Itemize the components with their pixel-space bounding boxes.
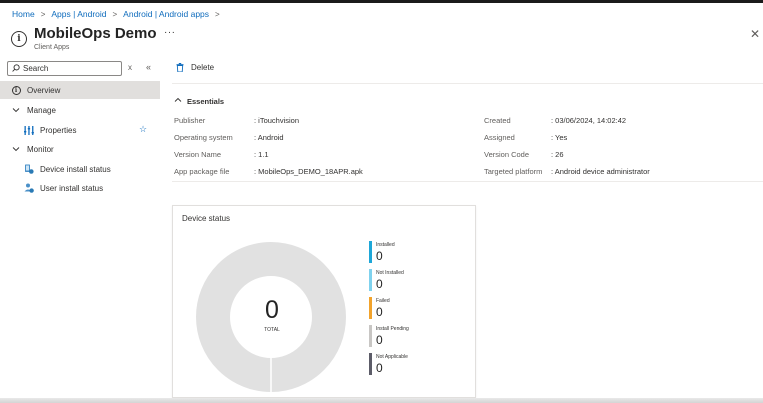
legend-color-bar bbox=[369, 269, 372, 291]
legend-installed: Installed 0 bbox=[369, 241, 459, 263]
bottom-edge bbox=[0, 398, 763, 403]
operating-system-value: : Android bbox=[254, 133, 284, 142]
version-code-label: Version Code bbox=[484, 150, 530, 159]
legend-value: 0 bbox=[376, 277, 383, 291]
version-code-value: : 26 bbox=[551, 150, 564, 159]
sidebar-group-manage[interactable]: Manage bbox=[11, 104, 56, 116]
chevron-up-icon bbox=[174, 96, 182, 106]
star-icon[interactable]: ☆ bbox=[139, 124, 147, 135]
collapse-sidebar-button[interactable]: « bbox=[146, 62, 151, 72]
sidebar-group-label: Manage bbox=[27, 105, 56, 115]
breadcrumb-home[interactable]: Home bbox=[12, 9, 35, 19]
version-name-value: : 1.1 bbox=[254, 150, 269, 159]
legend-color-bar bbox=[369, 353, 372, 375]
legend-value: 0 bbox=[376, 305, 383, 319]
total-count: 0 bbox=[265, 296, 279, 324]
app-package-file-value: : MobileOps_DEMO_18APR.apk bbox=[254, 167, 363, 176]
essentials-heading: Essentials bbox=[187, 96, 225, 106]
legend-failed: Failed 0 bbox=[369, 297, 459, 319]
legend-label: Failed bbox=[376, 298, 390, 304]
legend-value: 0 bbox=[376, 249, 383, 263]
info-icon: i bbox=[11, 31, 27, 47]
assigned-label: Assigned bbox=[484, 133, 515, 142]
sidebar-item-user-install-status[interactable]: User install status bbox=[24, 182, 103, 194]
legend-install-pending: Install Pending 0 bbox=[369, 325, 459, 347]
sidebar-item-properties[interactable]: Properties bbox=[24, 124, 76, 136]
breadcrumb-android-apps[interactable]: Android | Android apps bbox=[123, 9, 209, 19]
search-icon bbox=[12, 63, 20, 74]
search-box bbox=[7, 61, 122, 76]
targeted-platform-value: : Android device administrator bbox=[551, 167, 650, 176]
legend-color-bar bbox=[369, 241, 372, 263]
created-value: : 03/06/2024, 14:02:42 bbox=[551, 116, 627, 125]
publisher-value: : iTouchvision bbox=[254, 116, 300, 125]
total-label: TOTAL bbox=[264, 327, 280, 333]
legend-value: 0 bbox=[376, 361, 383, 375]
legend-color-bar bbox=[369, 297, 372, 319]
legend-color-bar bbox=[369, 325, 372, 347]
legend-value: 0 bbox=[376, 333, 383, 347]
assigned-value: : Yes bbox=[551, 133, 568, 142]
legend-not-installed: Not Installed 0 bbox=[369, 269, 459, 291]
sidebar-item-overview[interactable]: i Overview bbox=[0, 81, 160, 99]
sidebar-item-device-install-status[interactable]: Device install status bbox=[24, 163, 111, 175]
delete-label: Delete bbox=[191, 63, 215, 72]
close-button[interactable]: ✕ bbox=[750, 27, 760, 41]
page-subtitle: Client Apps bbox=[34, 44, 70, 51]
sidebar-group-label: Monitor bbox=[27, 144, 54, 154]
user-status-icon bbox=[24, 183, 34, 193]
chevron-right-icon: > bbox=[112, 9, 118, 19]
page-title: MobileOps Demo bbox=[34, 25, 157, 42]
trash-icon bbox=[176, 63, 184, 73]
app-package-file-label: App package file bbox=[174, 167, 230, 176]
sidebar-item-label: Properties bbox=[40, 125, 77, 135]
properties-icon bbox=[24, 125, 34, 135]
search-input[interactable] bbox=[23, 64, 113, 73]
legend-label: Installed bbox=[376, 242, 395, 248]
device-status-card: Device status 0 TOTAL Installed 0 Not In… bbox=[172, 205, 476, 398]
operating-system-label: Operating system bbox=[174, 133, 233, 142]
version-name-label: Version Name bbox=[174, 150, 222, 159]
sidebar-item-label: User install status bbox=[40, 183, 104, 193]
sidebar-group-monitor[interactable]: Monitor bbox=[11, 143, 54, 155]
chevron-down-icon bbox=[11, 144, 21, 154]
toolbar-divider bbox=[172, 83, 763, 84]
chevron-right-icon: > bbox=[40, 9, 46, 19]
created-label: Created bbox=[484, 116, 511, 125]
delete-button[interactable]: Delete bbox=[176, 63, 215, 73]
breadcrumb-apps-android[interactable]: Apps | Android bbox=[51, 9, 106, 19]
breadcrumb: Home > Apps | Android > Android | Androi… bbox=[12, 9, 226, 19]
essentials-toggle[interactable]: Essentials bbox=[174, 96, 224, 106]
targeted-platform-label: Targeted platform bbox=[484, 167, 543, 176]
essentials-divider bbox=[172, 181, 763, 182]
legend-label: Not Applicable bbox=[376, 354, 408, 360]
device-status-icon bbox=[24, 164, 34, 174]
legend-label: Not Installed bbox=[376, 270, 404, 276]
card-title: Device status bbox=[182, 214, 231, 223]
info-icon: i bbox=[11, 85, 21, 95]
sidebar-item-label: Overview bbox=[27, 85, 61, 95]
legend-not-applicable: Not Applicable 0 bbox=[369, 353, 459, 375]
chevron-right-icon: > bbox=[215, 9, 220, 19]
more-options-button[interactable]: ··· bbox=[164, 27, 176, 38]
sidebar-item-label: Device install status bbox=[40, 164, 111, 174]
legend-label: Install Pending bbox=[376, 326, 409, 332]
publisher-label: Publisher bbox=[174, 116, 206, 125]
clear-search-button[interactable]: x bbox=[128, 63, 132, 72]
chevron-down-icon bbox=[11, 105, 21, 115]
top-bar bbox=[0, 0, 763, 3]
